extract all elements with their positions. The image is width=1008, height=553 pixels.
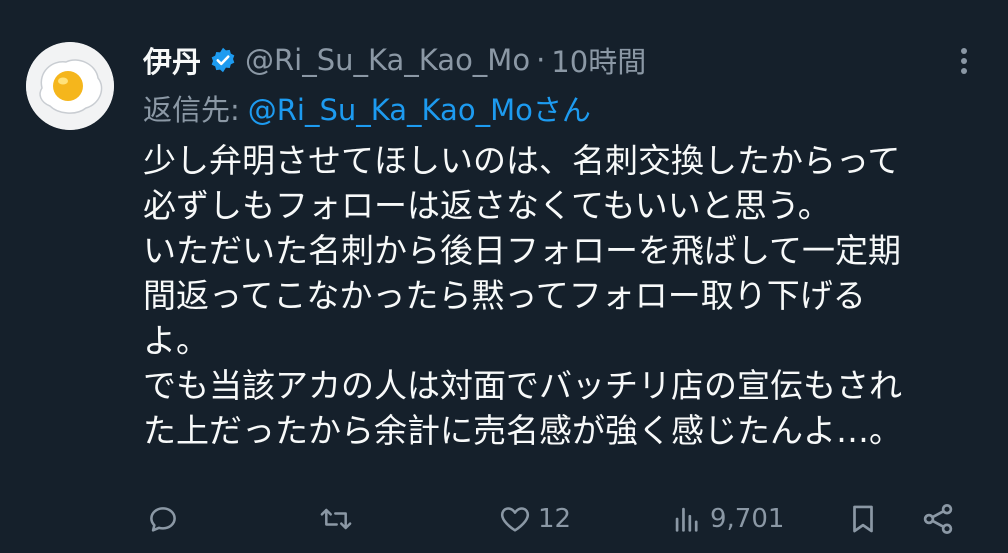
- tweet-header: 伊丹 @Ri_Su_Ka_Kao_Mo · 10時間: [143, 38, 646, 82]
- bookmark-button[interactable]: [846, 494, 880, 544]
- avatar[interactable]: [26, 42, 114, 130]
- separator-dot: ·: [536, 43, 546, 77]
- retweet-button[interactable]: [318, 494, 360, 544]
- tweet-body-line: 間返ってこなかったら黙ってフォロー取り下げる: [143, 276, 866, 315]
- tweet-body: 少し弁明させてほしいのは、名刺交換したからって 必ずしもフォローは返さなくてもい…: [143, 138, 983, 453]
- bookmark-icon: [853, 505, 873, 533]
- tweet-body-line: でも当該アカの人は対面でバッチリ店の宣伝もされ: [143, 366, 902, 405]
- tweet-body-line: 少し弁明させてほしいのは、名刺交換したからって: [143, 141, 901, 180]
- verified-badge-icon: [209, 46, 237, 74]
- tweet-body-line: よ。: [143, 321, 209, 360]
- tweet-body-line: いただいた名刺から後日フォローを飛ばして一定期: [143, 231, 902, 270]
- user-handle[interactable]: @Ri_Su_Ka_Kao_Mo: [245, 43, 530, 77]
- action-bar: 12 9,701: [0, 494, 1008, 544]
- share-icon: [923, 504, 953, 534]
- more-vertical-icon: [961, 48, 967, 74]
- tweet-body-line: 必ずしもフォローは返さなくてもいいと思う。: [143, 186, 831, 225]
- tweet-container: 伊丹 @Ri_Su_Ka_Kao_Mo · 10時間 返信先: @Ri_Su_K…: [0, 0, 1008, 553]
- tweet-body-line: た上だったから余計に売名感が強く感じたんよ…。: [143, 411, 902, 450]
- like-count: 12: [538, 504, 572, 534]
- reply-button[interactable]: [146, 494, 186, 544]
- share-button[interactable]: [920, 494, 956, 544]
- retweet-icon: [320, 508, 352, 530]
- display-name[interactable]: 伊丹: [143, 39, 201, 81]
- views-chart-icon: [675, 507, 698, 532]
- views-button[interactable]: 9,701: [670, 494, 784, 544]
- timestamp[interactable]: 10時間: [551, 39, 646, 81]
- heart-icon: [500, 507, 530, 532]
- more-options-button[interactable]: [952, 44, 976, 78]
- reply-icon: [150, 507, 176, 532]
- replying-to-handle[interactable]: @Ri_Su_Ka_Kao_Moさん: [248, 87, 591, 129]
- fried-egg-avatar-icon: [26, 42, 114, 130]
- views-count: 9,701: [710, 504, 785, 534]
- like-button[interactable]: 12: [498, 494, 571, 544]
- replying-to: 返信先: @Ri_Su_Ka_Kao_Moさん: [143, 86, 591, 130]
- replying-to-label: 返信先:: [143, 93, 240, 127]
